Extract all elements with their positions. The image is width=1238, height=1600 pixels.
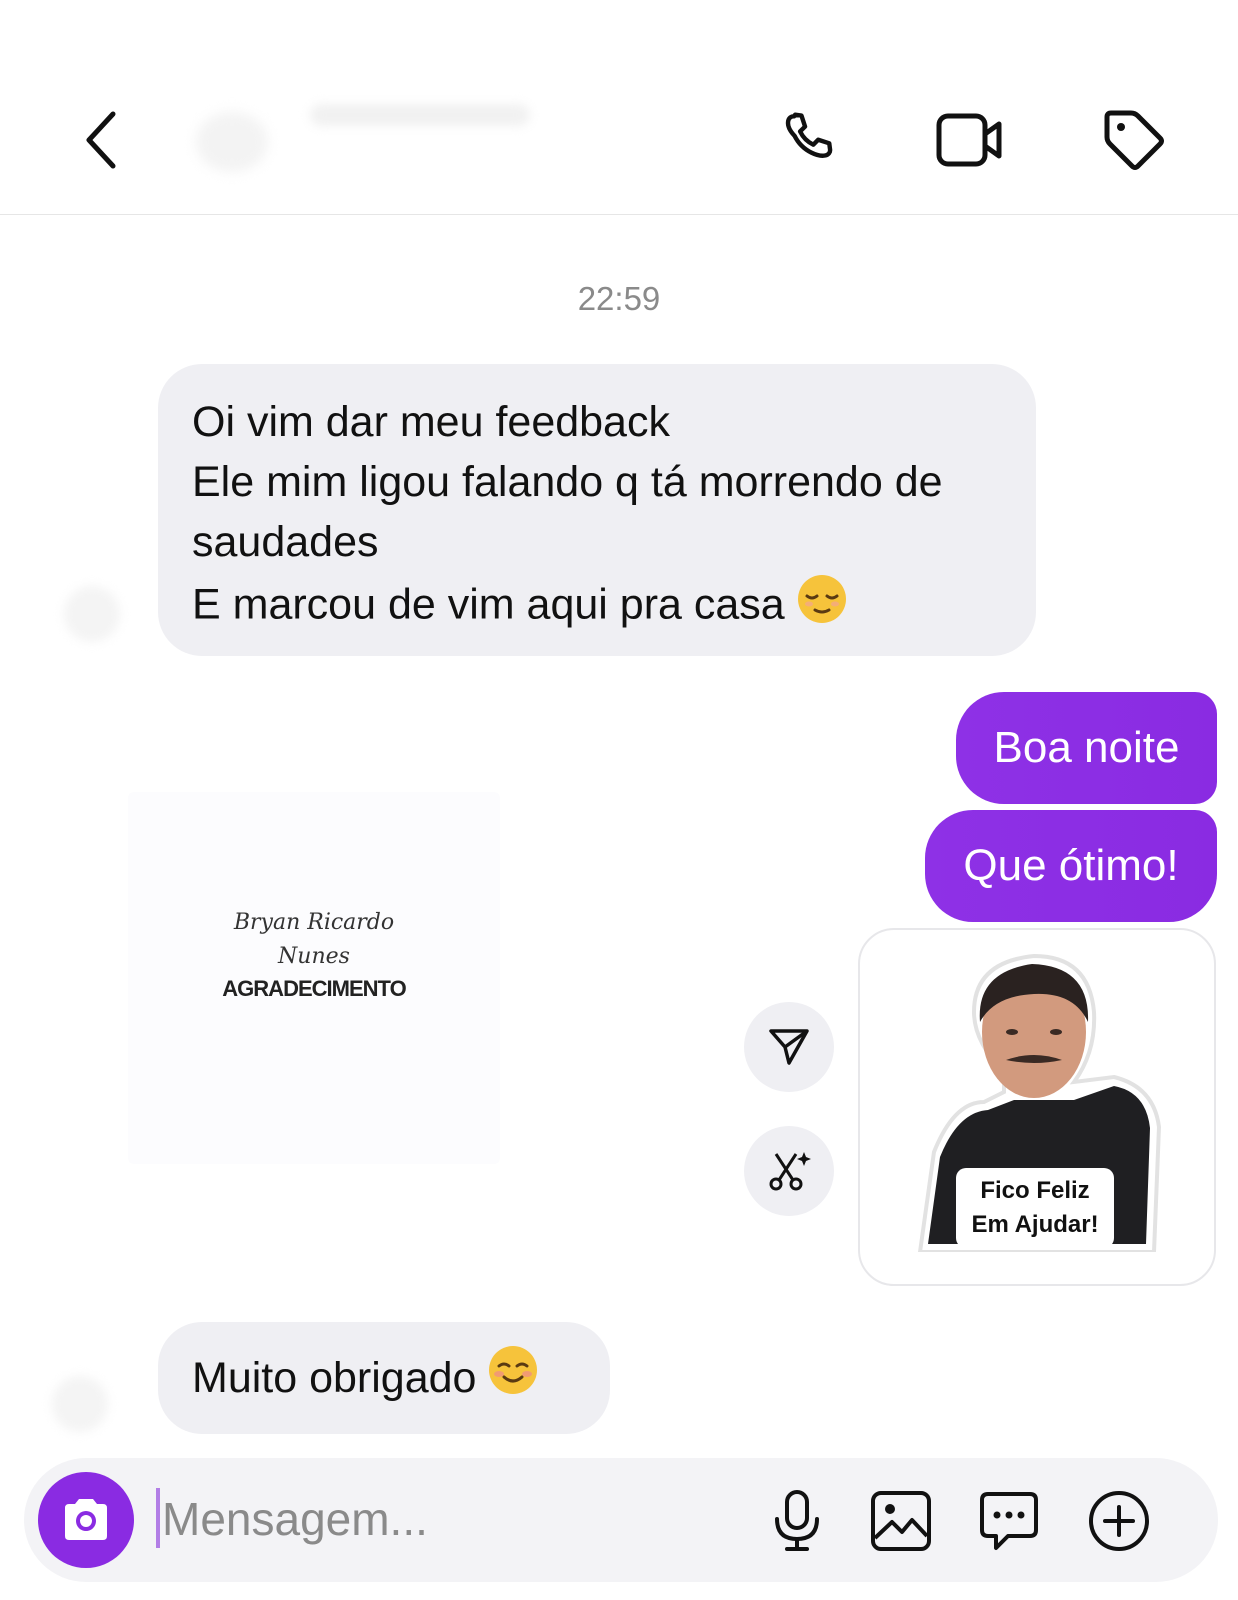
tag-icon [1104,110,1164,170]
message-line: saudades [192,518,379,566]
message-composer [24,1458,1218,1582]
camera-button[interactable] [38,1472,134,1568]
outgoing-message-bubble[interactable]: Que ótimo! [925,810,1217,922]
card-title: AGRADECIMENTO [222,976,406,1001]
message-line: Oi vim dar meu feedback [192,398,670,446]
sticker-caption-line: Em Ajudar! [971,1211,1099,1238]
image-icon [871,1491,931,1551]
tag-button[interactable] [1092,100,1176,180]
microphone-icon [775,1490,819,1551]
voice-message-button[interactable] [764,1488,830,1554]
relieved-face-emoji [795,572,849,642]
message-timestamp: 22:59 [577,280,661,317]
contact-avatar[interactable] [196,112,268,172]
chat-bubble-icon [980,1492,1038,1550]
contact-name[interactable] [310,104,530,126]
camera-icon [65,1499,107,1540]
share-button[interactable] [744,1002,834,1092]
message-text: Muito obrigado [192,1354,477,1402]
incoming-message-bubble[interactable]: Oi vim dar meu feedback Ele mim ligou fa… [158,364,1036,656]
send-icon [769,1029,809,1065]
video-call-button[interactable] [928,100,1012,180]
sticker-caption-line: Fico Feliz [980,1177,1090,1204]
video-icon [936,113,1002,167]
back-button[interactable] [66,100,136,180]
sticker-caption: Fico Feliz Em Ajudar! [956,1168,1114,1248]
message-line: E marcou de vim aqui pra casa [192,580,785,629]
phone-icon [785,112,833,158]
text-cursor [156,1488,160,1548]
back-icon [86,111,116,169]
sticker-message[interactable]: Fico Feliz Em Ajudar! [858,928,1216,1286]
cutout-sticker-button[interactable] [744,1126,834,1216]
shared-image-message[interactable]: Bryan Ricardo Nunes AGRADECIMENTO [128,792,500,1164]
outgoing-message-bubble[interactable]: Boa noite [956,692,1217,804]
incoming-message-bubble[interactable]: Muito obrigado [158,1322,610,1434]
smiling-face-emoji [486,1343,540,1413]
message-input[interactable] [162,1484,722,1554]
sticker-button[interactable] [976,1488,1042,1554]
sender-avatar[interactable] [64,586,120,642]
plus-icon [1089,1491,1149,1551]
message-line: Ele mim ligou falando q tá morrendo de [192,458,943,506]
card-signature-line1: Bryan Ricardo [233,910,395,935]
card-signature-line2: Nunes [278,944,350,969]
gallery-button[interactable] [868,1488,934,1554]
scissors-sparkle-icon [769,1152,811,1191]
sender-avatar[interactable] [52,1376,108,1432]
voice-call-button[interactable] [770,100,850,180]
chat-header [0,0,1238,215]
more-options-button[interactable] [1086,1488,1152,1554]
